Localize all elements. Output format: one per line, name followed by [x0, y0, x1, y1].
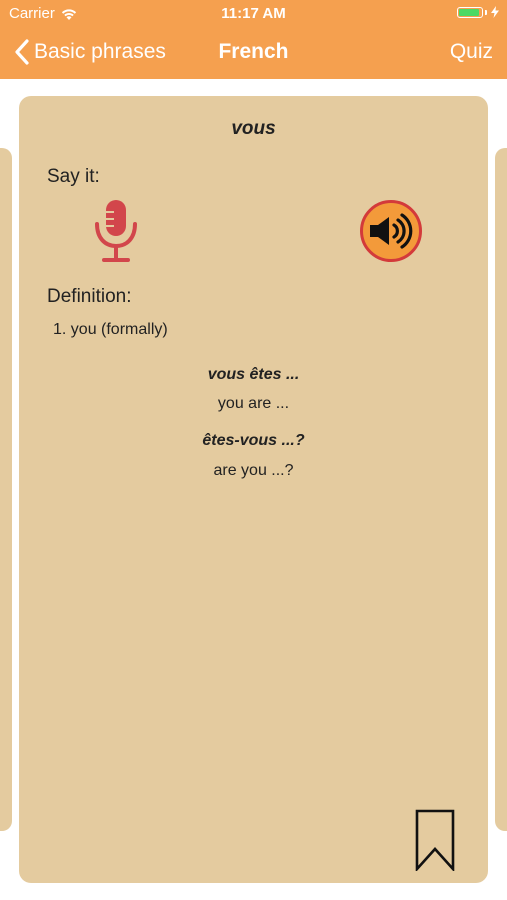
battery-level: [459, 8, 479, 16]
flashcard: vous Say it: Definition: 1. you (formall…: [19, 96, 488, 883]
navigation-bar: Basic phrases French Quiz: [0, 30, 507, 74]
example-phrase: vous êtes ...: [207, 366, 300, 383]
word-title: vous: [231, 118, 276, 139]
speaker-icon[interactable]: [359, 199, 423, 263]
back-button-label: Basic phrases: [34, 40, 166, 63]
battery-cap: [485, 9, 487, 15]
definition-label: Definition:: [47, 286, 132, 307]
example-translation: you are ...: [217, 395, 290, 412]
battery-icon: [457, 6, 483, 18]
battery-indicator: [457, 6, 499, 18]
definition-item: 1. you (formally): [53, 321, 168, 338]
microphone-icon[interactable]: [91, 198, 141, 264]
status-bar: Carrier 11:17 AM: [0, 0, 507, 28]
chevron-left-icon: [15, 39, 29, 65]
charging-bolt-icon: [491, 6, 499, 18]
header: Carrier 11:17 AM Basic phrases French Qu…: [0, 0, 507, 79]
back-button[interactable]: Basic phrases: [14, 39, 166, 65]
bookmark-icon[interactable]: [415, 809, 455, 871]
status-time: 11:17 AM: [221, 5, 286, 22]
next-card-peek[interactable]: [495, 148, 507, 831]
example-phrase: êtes-vous ...?: [202, 432, 305, 449]
previous-card-peek[interactable]: [0, 148, 12, 831]
example-translation: are you ...?: [213, 462, 294, 479]
say-it-label: Say it:: [47, 166, 100, 187]
quiz-button[interactable]: Quiz: [450, 40, 493, 64]
